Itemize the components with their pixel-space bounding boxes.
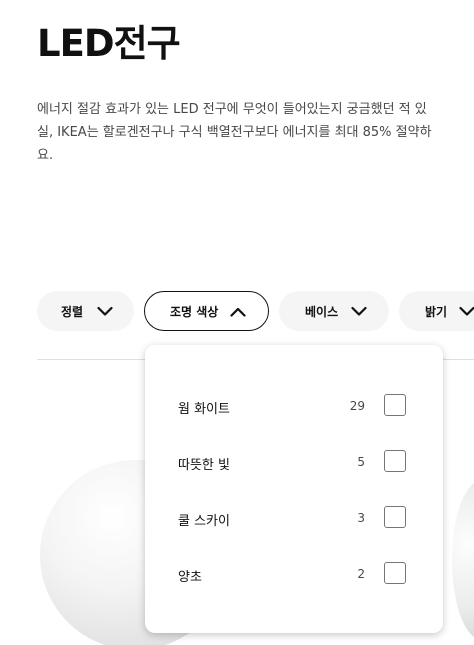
option-label: 양초: [178, 570, 202, 585]
page: LED전구 에너지 절감 효과가 있는 LED 전구에 무엇이 들어있는지 궁금…: [0, 0, 474, 645]
color-option-cool-sky[interactable]: 쿨 스카이 3: [145, 501, 443, 537]
filter-bar: 정렬 조명 색상 베이스 밝기: [37, 291, 474, 331]
light-color-filter-label: 조명 색상: [170, 304, 219, 319]
checkbox-icon[interactable]: [384, 506, 406, 528]
chevron-down-icon: [351, 306, 367, 316]
description-line: 실, IKEA는 할로겐전구나 구식 백열전구보다 에너지를 최대 85% 절약…: [37, 125, 432, 140]
chevron-down-icon: [459, 306, 474, 316]
checkbox-icon[interactable]: [384, 562, 406, 584]
color-option-candle[interactable]: 양초 2: [145, 557, 443, 593]
base-filter-label: 베이스: [305, 304, 339, 319]
option-count: 2: [357, 567, 365, 581]
product-image-led-bulb[interactable]: [452, 480, 474, 640]
base-filter-button[interactable]: 베이스: [279, 291, 389, 331]
option-count: 5: [357, 455, 365, 469]
page-description: 에너지 절감 효과가 있는 LED 전구에 무엇이 들어있는지 궁금했던 적 있…: [37, 98, 474, 167]
page-title: LED전구: [37, 22, 181, 65]
option-label: 쿨 스카이: [178, 514, 230, 529]
light-color-dropdown: 웜 화이트 29 따뜻한 빛 5 쿨 스카이 3 양초 2: [145, 345, 443, 633]
chevron-down-icon: [97, 306, 113, 316]
checkbox-icon[interactable]: [384, 450, 406, 472]
option-count: 3: [357, 511, 365, 525]
chevron-up-icon: [230, 307, 246, 317]
sort-filter-button[interactable]: 정렬: [37, 291, 134, 331]
option-count: 29: [349, 399, 365, 413]
checkbox-icon[interactable]: [384, 394, 406, 416]
light-color-filter-button[interactable]: 조명 색상: [144, 291, 269, 331]
description-line: 요.: [37, 148, 54, 163]
sort-filter-label: 정렬: [61, 304, 84, 319]
option-label: 따뜻한 빛: [178, 458, 230, 473]
color-option-warm-glow[interactable]: 따뜻한 빛 5: [145, 445, 443, 481]
color-option-warm-white[interactable]: 웜 화이트 29: [145, 389, 443, 425]
description-line: 에너지 절감 효과가 있는 LED 전구에 무엇이 들어있는지 궁금했던 적 있: [37, 102, 427, 117]
option-label: 웜 화이트: [178, 402, 230, 417]
brightness-filter-label: 밝기: [425, 304, 448, 319]
brightness-filter-button[interactable]: 밝기: [399, 291, 474, 331]
